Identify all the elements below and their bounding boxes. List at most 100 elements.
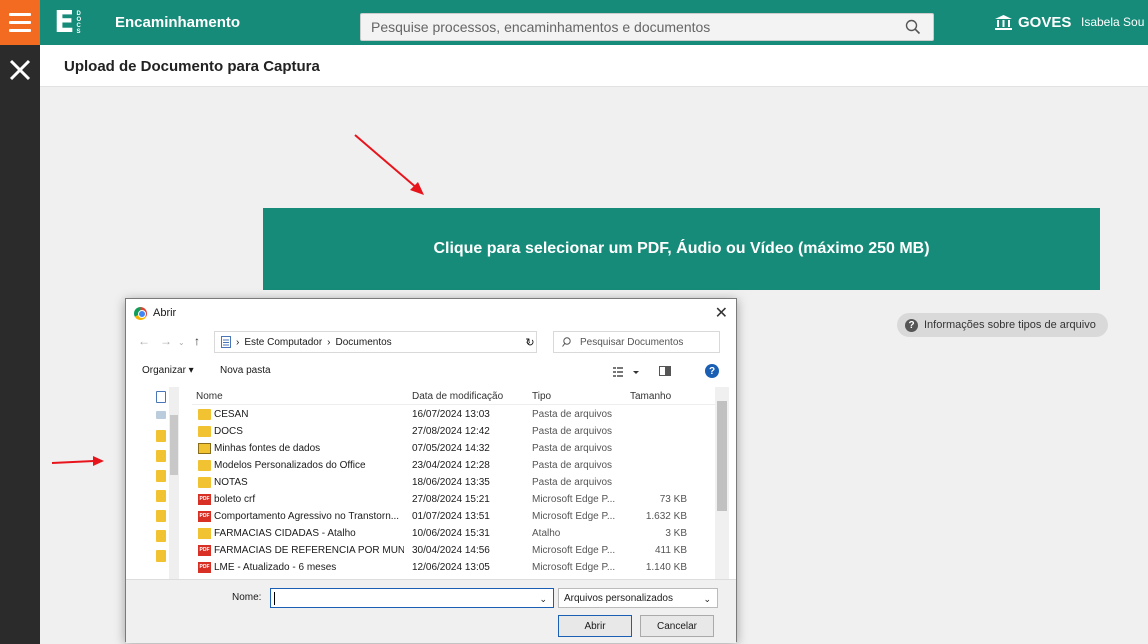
file-row[interactable]: Modelos Personalizados do Office 23/04/20… xyxy=(192,458,715,475)
back-arrow-icon[interactable]: ← xyxy=(138,334,150,348)
file-row[interactable]: PDF FARMÁCIAS DE REFERENCIA POR MUNI... 30… xyxy=(192,543,715,560)
file-date: 10/06/2024 15:31 xyxy=(412,528,490,539)
organize-menu[interactable]: Organizar ▾ xyxy=(142,365,194,376)
file-list-scrollbar[interactable] xyxy=(715,387,729,579)
folder-icon[interactable] xyxy=(156,430,166,442)
filename-input[interactable]: ⌄ xyxy=(270,588,554,608)
help-icon[interactable]: ? xyxy=(705,364,719,378)
pictures-icon[interactable] xyxy=(156,411,166,419)
breadcrumb-item[interactable]: Este Computador xyxy=(244,337,322,348)
left-rail xyxy=(0,45,40,644)
org-name: GOVES xyxy=(1018,14,1072,31)
search-input[interactable] xyxy=(361,14,891,40)
file-row[interactable]: CESAN 16/07/2024 13:03 Pasta de arquivos xyxy=(192,407,715,424)
search-icon[interactable] xyxy=(905,19,921,35)
preview-pane-icon[interactable] xyxy=(659,366,671,376)
global-search[interactable] xyxy=(360,13,934,41)
folder-icon[interactable] xyxy=(156,510,166,522)
filetype-value: Arquivos personalizados xyxy=(564,592,673,604)
file-types-info-button[interactable]: ? Informações sobre tipos de arquivo xyxy=(897,313,1108,337)
file-name: Minhas fontes de dados xyxy=(214,443,321,454)
history-chevron-icon[interactable]: ⌄ xyxy=(178,338,185,347)
chrome-icon xyxy=(134,306,147,320)
column-name[interactable]: Nome xyxy=(196,391,223,402)
file-list-header: Nome Data de modificação Tipo Tamanho xyxy=(192,387,715,405)
edocs-logo[interactable]: E D O C S xyxy=(54,6,81,40)
breadcrumb-item[interactable]: Documentos xyxy=(336,337,392,348)
filetype-chevron-icon: ⌄ xyxy=(703,594,711,604)
db-icon xyxy=(198,443,211,454)
folder-icon[interactable] xyxy=(156,530,166,542)
open-button[interactable]: Abrir xyxy=(558,615,632,637)
folder-icon[interactable] xyxy=(156,490,166,502)
hamburger-icon[interactable] xyxy=(0,0,40,45)
file-type: Microsoft Edge P... xyxy=(532,511,616,522)
file-type: Microsoft Edge P... xyxy=(532,562,616,573)
upload-dropzone[interactable]: Clique para selecionar um PDF, Áudio ou … xyxy=(263,208,1100,290)
scroll-thumb[interactable] xyxy=(717,401,727,511)
view-options-icon[interactable] xyxy=(613,366,643,378)
dialog-search-placeholder: Pesquisar Documentos xyxy=(580,336,684,348)
file-type: Pasta de arquivos xyxy=(532,477,613,488)
file-size: 1.140 KB xyxy=(645,562,687,573)
file-row[interactable]: DOCS 27/08/2024 12:42 Pasta de arquivos xyxy=(192,424,715,441)
navigation-scrollbar[interactable] xyxy=(169,387,179,587)
cancel-button[interactable]: Cancelar xyxy=(640,615,714,637)
documents-icon xyxy=(221,336,231,348)
dialog-close-icon[interactable]: ✕ xyxy=(715,303,728,323)
column-size[interactable]: Tamanho xyxy=(630,391,671,402)
refresh-icon[interactable]: ↻ xyxy=(519,331,541,353)
file-date: 18/06/2024 13:35 xyxy=(412,477,490,488)
file-date: 01/07/2024 13:51 xyxy=(412,511,490,522)
dialog-toolbar: Organizar ▾ Nova pasta ? xyxy=(126,361,736,383)
file-type: Microsoft Edge P... xyxy=(532,494,616,505)
folder-icon xyxy=(198,460,211,471)
file-type: Pasta de arquivos xyxy=(532,443,613,454)
column-date[interactable]: Data de modificação xyxy=(412,391,503,402)
file-row[interactable]: PDF Comportamento Agressivo no Transtorn.… xyxy=(192,509,715,526)
folder-icon[interactable] xyxy=(156,450,166,462)
up-arrow-icon[interactable]: ↑ xyxy=(194,334,200,348)
pdf-icon: PDF xyxy=(198,562,211,573)
address-bar[interactable]: › Este Computador › Documentos ⌄ xyxy=(214,331,537,353)
file-row[interactable]: NOTAS 18/06/2024 13:35 Pasta de arquivos xyxy=(192,475,715,492)
page-header: Upload de Documento para Captura xyxy=(40,45,1148,87)
close-icon[interactable] xyxy=(0,50,40,90)
info-label: Informações sobre tipos de arquivo xyxy=(924,319,1096,331)
file-row[interactable]: PDF boleto crf 27/08/2024 15:21 Microsoft E… xyxy=(192,492,715,509)
folder-icon[interactable] xyxy=(156,550,166,562)
new-folder-button[interactable]: Nova pasta xyxy=(220,365,271,376)
file-name: NOTAS xyxy=(214,477,248,488)
file-type: Pasta de arquivos xyxy=(532,409,613,420)
breadcrumb-separator: › xyxy=(236,336,240,348)
file-name: Comportamento Agressivo no Transtorn... xyxy=(214,511,400,522)
column-type[interactable]: Tipo xyxy=(532,391,551,402)
scroll-thumb[interactable] xyxy=(170,415,178,475)
file-row[interactable]: PDF LME - Atualizado - 6 meses 12/06/2024 … xyxy=(192,560,715,577)
file-date: 07/05/2024 14:32 xyxy=(412,443,490,454)
folder-icon xyxy=(198,426,211,437)
org-selector[interactable]: GOVES xyxy=(995,0,1071,45)
file-name: boleto crf xyxy=(214,494,256,505)
dialog-title: Abrir xyxy=(153,307,177,319)
app-title[interactable]: Encaminhamento xyxy=(115,0,240,45)
file-row[interactable]: Minhas fontes de dados 07/05/2024 14:32 Pa… xyxy=(192,441,715,458)
file-date: 30/04/2024 14:56 xyxy=(412,545,490,556)
dialog-title-bar[interactable]: Abrir xyxy=(126,299,736,327)
file-name: FARMÁCIAS DE REFERENCIA POR MUNI... xyxy=(214,545,404,556)
file-date: 27/08/2024 15:21 xyxy=(412,494,490,505)
documents-icon[interactable] xyxy=(156,391,166,403)
user-name[interactable]: Isabela Sou xyxy=(1081,0,1144,45)
file-size: 411 KB xyxy=(654,545,687,556)
dialog-nav-row: ← → ⌄ ↑ › Este Computador › Documentos ⌄… xyxy=(126,329,736,355)
file-name: LME - Atualizado - 6 meses xyxy=(214,562,337,573)
folder-icon xyxy=(198,477,211,488)
file-name: DOCS xyxy=(214,426,243,437)
forward-arrow-icon[interactable]: → xyxy=(160,334,172,348)
file-name: CESAN xyxy=(214,409,249,420)
filename-chevron-icon[interactable]: ⌄ xyxy=(539,594,547,605)
dialog-search[interactable]: Pesquisar Documentos xyxy=(553,331,720,353)
folder-icon[interactable] xyxy=(156,470,166,482)
file-row[interactable]: FARMACIAS CIDADAS - Atalho 10/06/2024 15:… xyxy=(192,526,715,543)
filetype-select[interactable]: Arquivos personalizados ⌄ xyxy=(558,588,718,608)
